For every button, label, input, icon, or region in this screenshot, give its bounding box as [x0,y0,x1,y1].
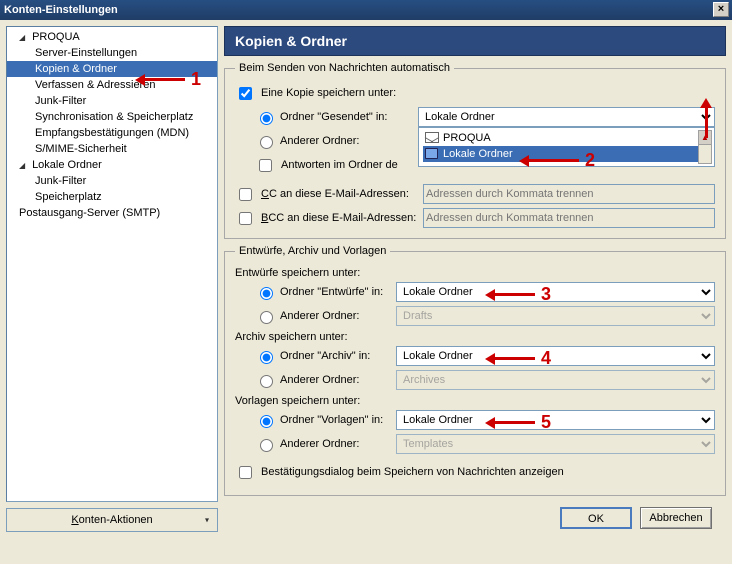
drafts-other-radio[interactable] [260,311,273,324]
bcc-field[interactable] [423,208,715,228]
bcc-checkbox[interactable] [239,212,252,225]
account-local[interactable]: Lokale Ordner [7,157,217,173]
drafts-folder-radio[interactable] [260,287,273,300]
templates-folder-radio[interactable] [260,415,273,428]
sent-other-radio[interactable] [260,136,273,149]
archive-folder-select[interactable]: Lokale Ordner [396,346,715,366]
sidebar-item-copies[interactable]: Kopien & Ordner [7,61,217,77]
sidebar-item-compose[interactable]: Verfassen & Adressieren [7,77,217,93]
copy-label: Eine Kopie speichern unter: [261,87,396,99]
popup-scrollbar[interactable]: ▲ [698,130,712,164]
close-icon[interactable]: × [713,2,729,17]
reply-folder-checkbox[interactable] [259,159,272,172]
templates-other-label: Anderer Ordner: [280,438,390,450]
folder-picker-popup: PROQUA Lokale Ordner ▲ [418,127,715,167]
group-send-legend: Beim Senden von Nachrichten automatisch [235,62,454,74]
confirm-save-label: Bestätigungsdialog beim Speichern von Na… [261,466,564,478]
page-title: Kopien & Ordner [224,26,726,56]
archive-other-select[interactable]: Archives [396,370,715,390]
folder-item-label: Lokale Ordner [443,148,513,160]
archive-other-label: Anderer Ordner: [280,374,390,386]
templates-title: Vorlagen speichern unter: [235,395,715,407]
drafts-folder-label: Ordner "Entwürfe" in: [280,286,390,298]
sidebar-item-junk[interactable]: Junk-Filter [7,93,217,109]
window-titlebar: Konten-Einstellungen × [0,0,732,20]
templates-folder-select[interactable]: Lokale Ordner [396,410,715,430]
account-tree[interactable]: PROQUA Server-Einstellungen Kopien & Ord… [6,26,218,502]
sent-folder-select[interactable]: Lokale Ordner [418,107,715,127]
archive-folder-radio[interactable] [260,351,273,364]
account-actions-button[interactable]: Konten-Aktionen ▾ [6,508,218,532]
chevron-down-icon: ▾ [205,516,209,525]
window-title: Konten-Einstellungen [4,4,118,16]
mail-icon [425,132,439,143]
archive-folder-label: Ordner "Archiv" in: [280,350,390,362]
reply-folder-label: Antworten im Ordner de [281,159,398,171]
scroll-up-icon[interactable]: ▲ [699,131,711,145]
sidebar-item-smtp[interactable]: Postausgang-Server (SMTP) [7,205,217,221]
sidebar-item-mdn[interactable]: Empfangsbestätigungen (MDN) [7,125,217,141]
archive-other-radio[interactable] [260,375,273,388]
drafts-other-select[interactable]: Drafts [396,306,715,326]
folder-item-proqua[interactable]: PROQUA [423,130,710,146]
group-send: Beim Senden von Nachrichten automatisch … [224,62,726,239]
templates-folder-label: Ordner "Vorlagen" in: [280,414,390,426]
account-proqua[interactable]: PROQUA [7,29,217,45]
account-name: Lokale Ordner [32,159,102,171]
cc-field[interactable] [423,184,715,204]
sidebar-item-local-junk[interactable]: Junk-Filter [7,173,217,189]
account-actions-label: onten-Aktionen [79,514,153,526]
group-drafts-legend: Entwürfe, Archiv und Vorlagen [235,245,390,257]
folder-icon [425,148,438,159]
account-name: PROQUA [32,31,80,43]
sidebar-item-sync[interactable]: Synchronisation & Speicherplatz [7,109,217,125]
drafts-folder-select[interactable]: Lokale Ordner [396,282,715,302]
drafts-title: Entwürfe speichern unter: [235,267,715,279]
sent-folder-label: Ordner "Gesendet" in: [280,111,412,123]
sent-folder-radio[interactable] [260,112,273,125]
cc-checkbox[interactable] [239,188,252,201]
cancel-button[interactable]: Abbrechen [640,507,712,529]
sidebar-item-smime[interactable]: S/MIME-Sicherheit [7,141,217,157]
confirm-save-checkbox[interactable] [239,466,252,479]
sidebar-item-server[interactable]: Server-Einstellungen [7,45,217,61]
archive-title: Archiv speichern unter: [235,331,715,343]
copy-checkbox[interactable] [239,87,252,100]
templates-other-select[interactable]: Templates [396,434,715,454]
sent-other-label: Anderer Ordner: [280,135,412,147]
ok-button[interactable]: OK [560,507,632,529]
folder-item-local[interactable]: Lokale Ordner [423,146,710,162]
templates-other-radio[interactable] [260,439,273,452]
drafts-other-label: Anderer Ordner: [280,310,390,322]
sidebar-item-label: Kopien & Ordner [35,63,117,75]
sidebar-item-local-disk[interactable]: Speicherplatz [7,189,217,205]
folder-item-label: PROQUA [443,132,491,144]
group-drafts: Entwürfe, Archiv und Vorlagen Entwürfe s… [224,245,726,496]
